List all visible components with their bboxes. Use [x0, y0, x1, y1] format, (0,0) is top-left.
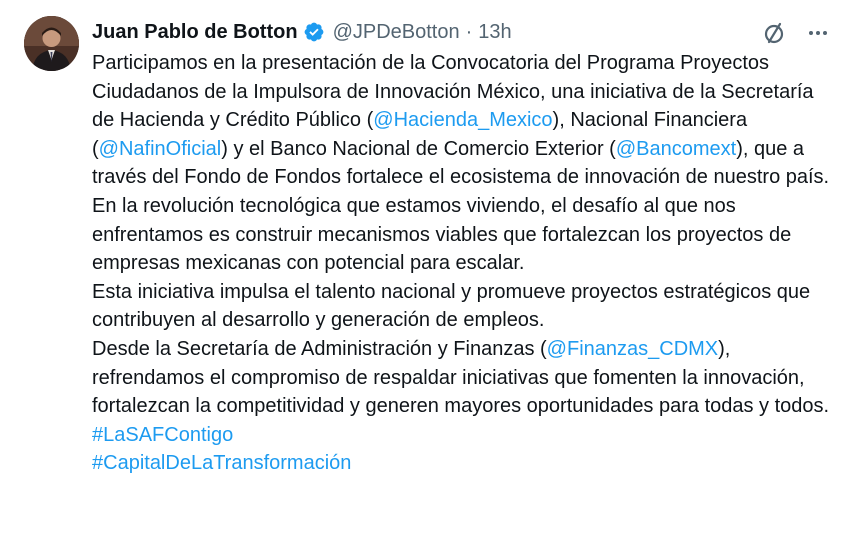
mention-link[interactable]: @Finanzas_CDMX: [547, 338, 718, 360]
author-name[interactable]: Juan Pablo de Botton: [92, 21, 298, 44]
hashtag-link[interactable]: #LaSAFContigo: [92, 424, 233, 446]
separator-dot: ·: [465, 20, 473, 43]
text-segment: Desde la Secretaría de Administración y …: [92, 337, 547, 360]
hashtag-link[interactable]: #CapitalDeLaTransformación: [92, 452, 351, 474]
tweet-paragraph: En la revolución tecnológica que estamos…: [92, 194, 792, 275]
hashtag-line: #LaSAFContigo: [92, 421, 837, 450]
verified-badge-icon[interactable]: [303, 21, 325, 43]
slash-circle-icon[interactable]: [761, 20, 787, 46]
mention-link[interactable]: @Bancomext: [616, 138, 736, 160]
avatar-photo: [24, 16, 79, 71]
hashtag-line: #CapitalDeLaTransformación: [92, 449, 837, 478]
text-segment: ) y el Banco Nacional de Comercio Exteri…: [221, 137, 616, 160]
tweet-paragraph: Participamos en la presentación de la Co…: [92, 49, 837, 192]
author-handle[interactable]: @JPDeBotton: [333, 21, 460, 44]
tweet-paragraph: Desde la Secretaría de Administración y …: [92, 335, 837, 421]
mention-link[interactable]: @Hacienda_Mexico: [373, 109, 552, 131]
mention-link[interactable]: @NafinOficial: [99, 138, 222, 160]
more-icon[interactable]: [807, 22, 829, 44]
tweet-timestamp[interactable]: 13h: [478, 21, 511, 44]
tweet-text: Participamos en la presentación de la Co…: [92, 49, 837, 478]
avatar[interactable]: [24, 16, 79, 71]
tweet-header: Juan Pablo de Botton @JPDeBotton · 13h: [92, 19, 512, 45]
tweet-actions: [761, 20, 829, 46]
tweet-paragraph: Esta iniciativa impulsa el talento nacio…: [92, 280, 811, 332]
tweet: Juan Pablo de Botton @JPDeBotton · 13h P…: [0, 0, 851, 549]
